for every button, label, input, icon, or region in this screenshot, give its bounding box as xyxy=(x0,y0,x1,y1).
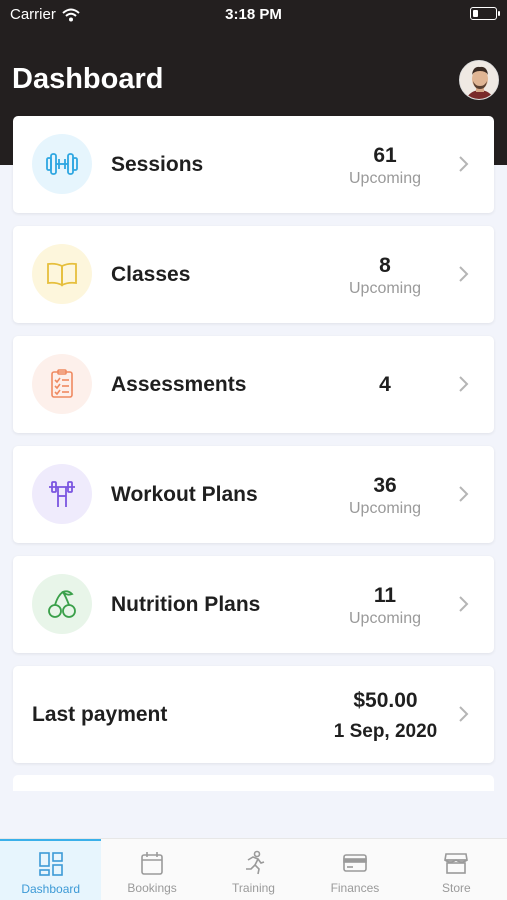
nutrition-plans-card[interactable]: Nutrition Plans 11 Upcoming xyxy=(13,556,494,653)
card-label: Sessions xyxy=(111,153,204,176)
chevron-right-icon xyxy=(459,266,469,282)
card-label: Nutrition Plans xyxy=(111,593,261,616)
store-icon xyxy=(444,853,469,874)
card-sub: Upcoming xyxy=(348,610,422,627)
chevron-right-icon xyxy=(459,706,469,722)
payment-label: Last payment xyxy=(32,703,168,726)
checklist-icon xyxy=(51,369,73,398)
classes-icon-circle xyxy=(32,244,92,304)
tab-label: Training xyxy=(232,881,275,895)
card-sub: Upcoming xyxy=(348,170,422,187)
tab-finances[interactable]: Finances xyxy=(304,839,405,900)
payment-amount: $50.00 xyxy=(353,689,418,712)
tab-bar: Dashboard Bookings Training Finances Sto… xyxy=(0,838,507,900)
workout-plans-card[interactable]: Workout Plans 36 Upcoming xyxy=(13,446,494,543)
last-payment-card[interactable]: Last payment $50.00 1 Sep, 2020 xyxy=(13,666,494,763)
card-label: Classes xyxy=(111,263,191,286)
cherries-icon xyxy=(48,590,76,618)
chevron-right-icon xyxy=(459,596,469,612)
card-icon xyxy=(343,854,367,872)
tab-label: Finances xyxy=(330,881,380,895)
card-count: 36 xyxy=(373,474,397,497)
tab-label: Dashboard xyxy=(21,882,81,896)
chevron-right-icon xyxy=(459,486,469,502)
page-title: Dashboard xyxy=(12,63,164,95)
sessions-card[interactable]: Sessions 61 Upcoming xyxy=(13,116,494,213)
avatar[interactable] xyxy=(459,60,499,100)
card-count: 8 xyxy=(379,254,391,277)
nutrition-plans-icon-circle xyxy=(32,574,92,634)
card-sub: Upcoming xyxy=(348,280,422,297)
runner-icon xyxy=(245,850,264,875)
tab-label: Store xyxy=(441,881,471,895)
calendar-icon xyxy=(141,852,163,875)
classes-card[interactable]: Classes 8 Upcoming xyxy=(13,226,494,323)
assessments-card[interactable]: Assessments 4 xyxy=(13,336,494,433)
tab-store[interactable]: Store xyxy=(406,839,507,900)
assessments-icon-circle xyxy=(32,354,92,414)
card-count: 4 xyxy=(379,373,391,396)
sessions-icon-circle xyxy=(32,134,92,194)
payment-date: 1 Sep, 2020 xyxy=(333,721,438,742)
book-icon xyxy=(47,262,77,287)
card-count: 61 xyxy=(373,144,397,167)
battery-icon xyxy=(470,7,500,20)
card-label: Workout Plans xyxy=(111,483,258,506)
tab-bookings[interactable]: Bookings xyxy=(101,839,202,900)
chevron-right-icon xyxy=(459,376,469,392)
chevron-right-icon xyxy=(459,156,469,172)
tab-training[interactable]: Training xyxy=(203,839,304,900)
card-sub: Upcoming xyxy=(348,500,422,517)
profile-photo xyxy=(460,61,498,99)
dashboard-icon xyxy=(38,852,63,876)
card-label: Assessments xyxy=(111,373,247,396)
dumbbell-icon xyxy=(46,153,78,175)
card-count: 11 xyxy=(373,584,397,607)
tab-dashboard[interactable]: Dashboard xyxy=(0,839,102,900)
tab-label: Bookings xyxy=(127,881,177,895)
status-bar: Carrier 3:18 PM xyxy=(0,0,507,30)
barbell-icon xyxy=(49,481,75,507)
partial-card[interactable] xyxy=(13,775,494,791)
status-time: 3:18 PM xyxy=(225,6,282,23)
workout-plans-icon-circle xyxy=(32,464,92,524)
